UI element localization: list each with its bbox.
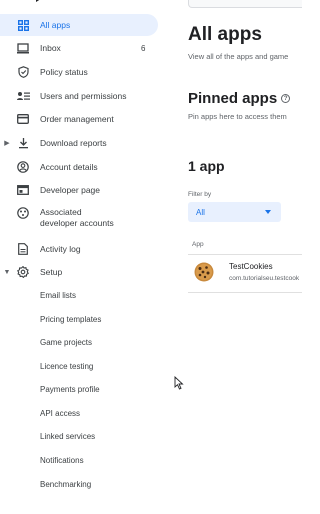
sidebar-item-order-management[interactable]: Order management	[0, 108, 158, 130]
page-subtitle: View all of the apps and game	[188, 52, 289, 61]
account-circle-icon	[16, 160, 30, 174]
sidebar-item-label: Setup	[40, 266, 63, 277]
divider	[188, 292, 302, 293]
app-name[interactable]: TestCookies	[229, 262, 273, 271]
app-package-name: com.tutorialseu.testcook	[229, 275, 300, 282]
sidebar-item-label: Associated developer accounts	[40, 207, 114, 228]
collapse-arrow-icon[interactable]: ▼	[3, 269, 11, 276]
expand-arrow-icon[interactable]: ▶	[3, 139, 11, 147]
sidebar-item-inbox[interactable]: Inbox 6	[0, 37, 158, 59]
sidebar-item-all-apps[interactable]: All apps	[0, 14, 158, 36]
sidebar-item-label: Order management	[40, 113, 114, 124]
linked-accounts-icon	[16, 206, 30, 220]
sidebar-item-label: Developer page	[40, 184, 101, 195]
setup-item-licence-testing[interactable]: Licence testing	[40, 360, 93, 374]
sidebar-item-associated-developer-accounts[interactable]: Associated developer accounts	[0, 203, 158, 233]
sidebar-item-label: All apps	[40, 19, 71, 30]
settings-icon	[16, 265, 30, 279]
sidebar-item-label: Users and permissions	[40, 90, 127, 101]
help-icon[interactable]: ?	[281, 94, 291, 103]
inbox-count-badge: 6	[141, 43, 146, 53]
sidebar-item-developer-page[interactable]: Developer page	[0, 179, 158, 201]
shield-icon	[16, 65, 30, 79]
sidebar-item-setup[interactable]: ▼ Setup	[0, 261, 158, 283]
setup-item-email-lists[interactable]: Email lists	[40, 289, 76, 303]
sidebar-item-account-details[interactable]: Account details	[0, 156, 158, 178]
sidebar-item-users-and-permissions[interactable]: Users and permissions	[0, 85, 158, 107]
sidebar: All apps Inbox 6 Policy status Users and…	[0, 0, 165, 514]
play-console-logo-icon	[36, 0, 40, 2]
pinned-apps-title: Pinned apps	[188, 90, 278, 107]
app-count-heading: 1 app	[188, 158, 225, 174]
filter-dropdown[interactable]: All	[188, 202, 281, 222]
sidebar-item-download-reports[interactable]: ▶ Download reports	[0, 132, 158, 154]
sidebar-item-label: Inbox	[40, 42, 61, 53]
web-page-icon	[16, 183, 30, 197]
cookie-app-icon	[194, 262, 214, 282]
mouse-pointer-icon	[174, 376, 184, 390]
sidebar-item-activity-log[interactable]: Activity log	[0, 238, 158, 260]
credit-card-icon	[16, 112, 30, 126]
caret-down-icon	[265, 210, 271, 214]
pinned-apps-heading: Pinned apps ?	[188, 90, 291, 107]
setup-item-linked-services[interactable]: Linked services	[40, 430, 95, 444]
setup-item-api-access[interactable]: API access	[40, 407, 80, 421]
setup-item-notifications[interactable]: Notifications	[40, 454, 84, 468]
search-bar[interactable]	[188, 0, 302, 8]
column-header-app[interactable]: App	[192, 241, 204, 248]
grid-icon	[16, 18, 30, 32]
setup-item-pricing-templates[interactable]: Pricing templates	[40, 313, 101, 327]
page-title: All apps	[188, 24, 262, 45]
main-content: All apps View all of the apps and game P…	[180, 0, 302, 514]
document-icon	[16, 242, 30, 256]
setup-item-benchmarking[interactable]: Benchmarking	[40, 478, 91, 492]
filter-label: Filter by	[188, 191, 212, 198]
pinned-apps-description: Pin apps here to access them	[188, 112, 287, 121]
setup-item-game-projects[interactable]: Game projects	[40, 336, 92, 350]
download-icon	[16, 136, 30, 150]
sidebar-item-label: Download reports	[40, 137, 107, 148]
inbox-icon	[16, 41, 30, 55]
app-row[interactable]: TestCookies com.tutorialseu.testcook	[188, 255, 302, 291]
sidebar-item-label: Policy status	[40, 66, 88, 77]
setup-item-payments-profile[interactable]: Payments profile	[40, 383, 100, 397]
sidebar-item-label: Account details	[40, 161, 98, 172]
sidebar-item-label: Activity log	[40, 243, 81, 254]
users-icon	[16, 89, 30, 103]
sidebar-item-policy-status[interactable]: Policy status	[0, 61, 158, 83]
filter-value: All	[196, 207, 205, 217]
